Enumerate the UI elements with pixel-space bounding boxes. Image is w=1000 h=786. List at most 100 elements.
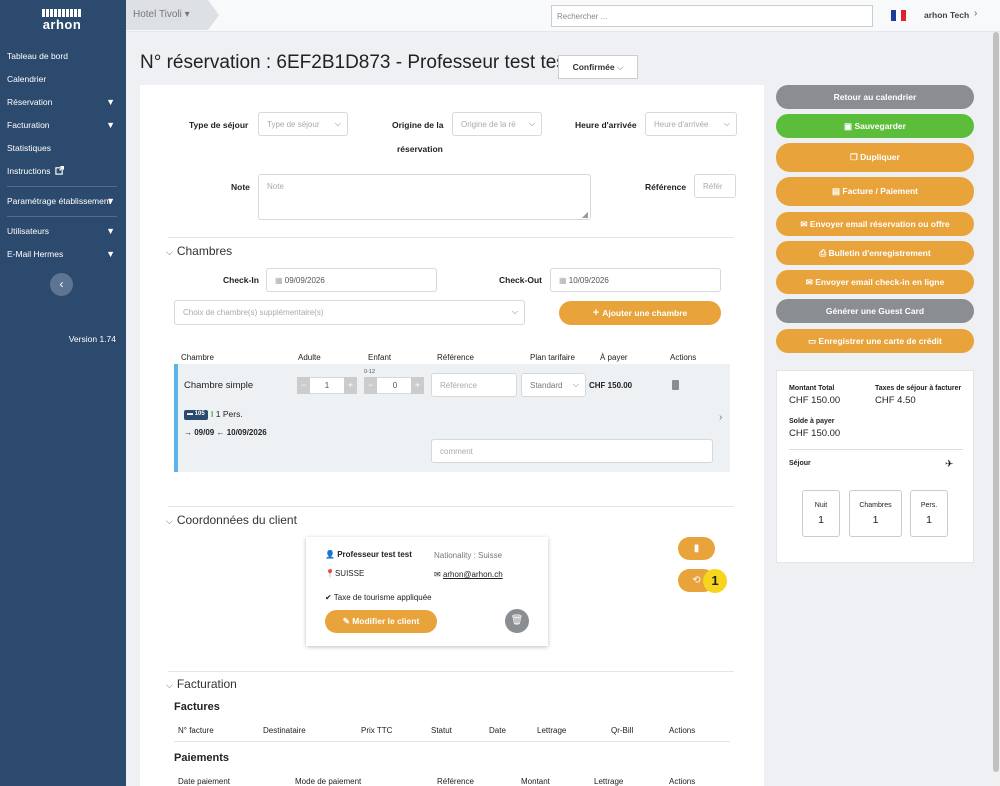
nights-card: Nuit 1 bbox=[802, 490, 840, 537]
scrollbar-thumb[interactable] bbox=[993, 32, 999, 772]
sidebar-item-facturation[interactable]: Facturation ▼ bbox=[0, 114, 126, 137]
origine-select[interactable]: Origine de la ré ⌵ bbox=[452, 112, 542, 136]
section-title: Coordonnées du client bbox=[176, 513, 297, 527]
room-reference-input[interactable]: Référence bbox=[431, 373, 517, 397]
delete-client-button[interactable]: 🗑 bbox=[505, 609, 529, 633]
rooms-card: Chambres 1 bbox=[849, 490, 902, 537]
chevron-down-icon: ▼ bbox=[106, 196, 115, 206]
send-reservation-email-button[interactable]: ✉ Envoyer email réservation ou offre bbox=[776, 212, 974, 236]
col-enfant: Enfant bbox=[368, 353, 392, 362]
input-placeholder: Référence bbox=[440, 381, 477, 390]
generate-guest-card-button[interactable]: Générer une Guest Card bbox=[776, 299, 974, 323]
french-flag-icon[interactable] bbox=[891, 10, 906, 21]
back-to-calendar-button[interactable]: Retour au calendrier bbox=[776, 85, 974, 109]
chevron-left-icon: ‹ bbox=[59, 277, 64, 291]
sidebar-item-label: Instructions bbox=[7, 166, 51, 176]
user-name[interactable]: arhon Tech bbox=[924, 10, 969, 20]
plus-button[interactable]: + bbox=[411, 377, 424, 394]
client-document-button[interactable]: ▮ bbox=[678, 537, 715, 560]
client-section-toggle[interactable]: ⌵ Coordonnées du client bbox=[166, 513, 297, 527]
minus-button[interactable]: − bbox=[364, 377, 377, 394]
room-number: 105 bbox=[194, 411, 205, 417]
sidebar-item-statistiques[interactable]: Statistiques bbox=[0, 137, 126, 160]
card-label: Chambres bbox=[859, 502, 892, 509]
origine-label-1: Origine de la bbox=[392, 120, 444, 130]
modify-client-button[interactable]: ✎ Modifier le client bbox=[325, 610, 437, 633]
status-dropdown[interactable]: Confirmée ⌵ bbox=[558, 55, 638, 79]
col-adulte: Adulte bbox=[298, 353, 321, 362]
reference-label: Référence bbox=[645, 182, 687, 192]
add-room-button[interactable]: + Ajouter une chambre bbox=[559, 301, 721, 325]
chambres-section-toggle[interactable]: ⌵ Chambres bbox=[166, 244, 232, 258]
sidebar-item-utilisateurs[interactable]: Utilisateurs ▼ bbox=[0, 220, 126, 243]
sidebar: arhon Tableau de bord Calendrier Réserva… bbox=[0, 0, 126, 786]
summary-card: Montant Total CHF 150.00 Taxes de séjour… bbox=[776, 370, 974, 563]
resize-handle-icon[interactable]: ◢ bbox=[582, 210, 588, 219]
checkout-date-input[interactable]: ▦ 10/09/2026 bbox=[550, 268, 721, 292]
email-link[interactable]: arhon@arhon.ch bbox=[443, 570, 503, 579]
adults-value[interactable]: 1 bbox=[320, 381, 334, 390]
minus-button[interactable]: − bbox=[297, 377, 310, 394]
chevron-down-icon: ⌵ bbox=[616, 62, 624, 72]
col-a-payer: À payer bbox=[600, 353, 628, 362]
sidebar-item-calendrier[interactable]: Calendrier bbox=[0, 68, 126, 91]
calendar-icon: ▦ bbox=[559, 276, 569, 285]
map-pin-icon: 📍 bbox=[325, 569, 335, 578]
button-label: Enregistrer une carte de crédit bbox=[818, 336, 942, 346]
send-checkin-email-button[interactable]: ✉ Envoyer email check-in en ligne bbox=[776, 270, 974, 294]
arhon-logo[interactable]: arhon bbox=[42, 9, 82, 31]
sidebar-item-parametrage[interactable]: Paramétrage établissement ▼ bbox=[0, 190, 126, 213]
plane-landing-icon: ✈ bbox=[945, 459, 954, 470]
heure-arrivee-select[interactable]: Heure d'arrivée ⌵ bbox=[645, 112, 737, 136]
chevron-down-icon: ⌵ bbox=[572, 380, 579, 389]
bed-icon: ▬ bbox=[187, 411, 195, 417]
reference-input[interactable]: Référ bbox=[694, 174, 736, 198]
sidebar-item-tableau-de-bord[interactable]: Tableau de bord bbox=[0, 45, 126, 68]
note-textarea[interactable]: Note ◢ bbox=[258, 174, 591, 220]
client-email[interactable]: ✉ arhon@arhon.ch bbox=[434, 570, 503, 579]
col-chambre: Chambre bbox=[181, 353, 214, 362]
sidebar-item-reservation[interactable]: Réservation ▼ bbox=[0, 91, 126, 114]
persons-text: 1 Pers. bbox=[215, 409, 243, 419]
envelope-icon: ✉ bbox=[434, 570, 443, 579]
chevron-down-icon: ▼ bbox=[106, 226, 115, 236]
registration-form-button[interactable]: ⎙ Bulletin d'enregistrement bbox=[776, 241, 974, 265]
hotel-selector[interactable]: Hotel Tivoli ▾ bbox=[126, 0, 208, 30]
sidebar-item-instructions[interactable]: Instructions bbox=[0, 160, 126, 183]
children-value[interactable]: 0 bbox=[388, 381, 402, 390]
col-statut: Statut bbox=[431, 726, 452, 735]
room-choice-select[interactable]: Choix de chambre(s) supplémentaire(s) ⌵ bbox=[174, 300, 525, 325]
save-button[interactable]: ▣ Sauvegarder bbox=[776, 114, 974, 138]
col-lettrage: Lettrage bbox=[594, 777, 624, 786]
register-credit-card-button[interactable]: ▭ Enregistrer une carte de crédit bbox=[776, 329, 974, 353]
divider bbox=[168, 506, 734, 507]
invoice-payment-button[interactable]: ▤ Facture / Paiement bbox=[776, 177, 974, 206]
plus-button[interactable]: + bbox=[344, 377, 357, 394]
sidebar-item-label: E-Mail Hermes bbox=[7, 249, 64, 259]
sidebar-item-label: Utilisateurs bbox=[7, 226, 50, 236]
facturation-section-toggle[interactable]: ⌵ Facturation bbox=[166, 677, 237, 691]
app-version: Version 1.74 bbox=[68, 334, 116, 344]
divider bbox=[789, 449, 963, 450]
col-date: Date bbox=[489, 726, 506, 735]
room-comment-input[interactable]: comment bbox=[431, 439, 713, 463]
sidebar-item-label: Réservation bbox=[7, 97, 53, 107]
document-icon[interactable] bbox=[672, 380, 679, 390]
chevron-right-icon[interactable]: › bbox=[719, 412, 722, 423]
page-title: N° réservation : 6EF2B1D873 - Professeur… bbox=[140, 52, 572, 73]
search-input[interactable]: Rechercher ... bbox=[551, 5, 873, 27]
sidebar-item-email-hermes[interactable]: E-Mail Hermes ▼ bbox=[0, 243, 126, 266]
factures-title: Factures bbox=[174, 701, 220, 713]
balance-label: Solde à payer bbox=[789, 418, 835, 425]
checkin-date-input[interactable]: ▦ 09/09/2026 bbox=[266, 268, 437, 292]
chevron-right-icon[interactable]: › bbox=[974, 8, 977, 19]
trash-icon: 🗑 bbox=[510, 615, 524, 626]
duplicate-button[interactable]: ❐ Dupliquer bbox=[776, 143, 974, 172]
tourism-tax-status: ✔ Taxe de tourisme appliquée bbox=[325, 593, 432, 602]
rate-plan-select[interactable]: Standard ⌵ bbox=[521, 373, 586, 397]
col-actions: Actions bbox=[669, 777, 696, 786]
type-sejour-select[interactable]: Type de séjour ⌵ bbox=[258, 112, 348, 136]
chevron-down-icon: ▼ bbox=[106, 120, 115, 130]
collapse-sidebar-button[interactable]: ‹ bbox=[50, 273, 73, 296]
sidebar-divider bbox=[7, 186, 117, 187]
